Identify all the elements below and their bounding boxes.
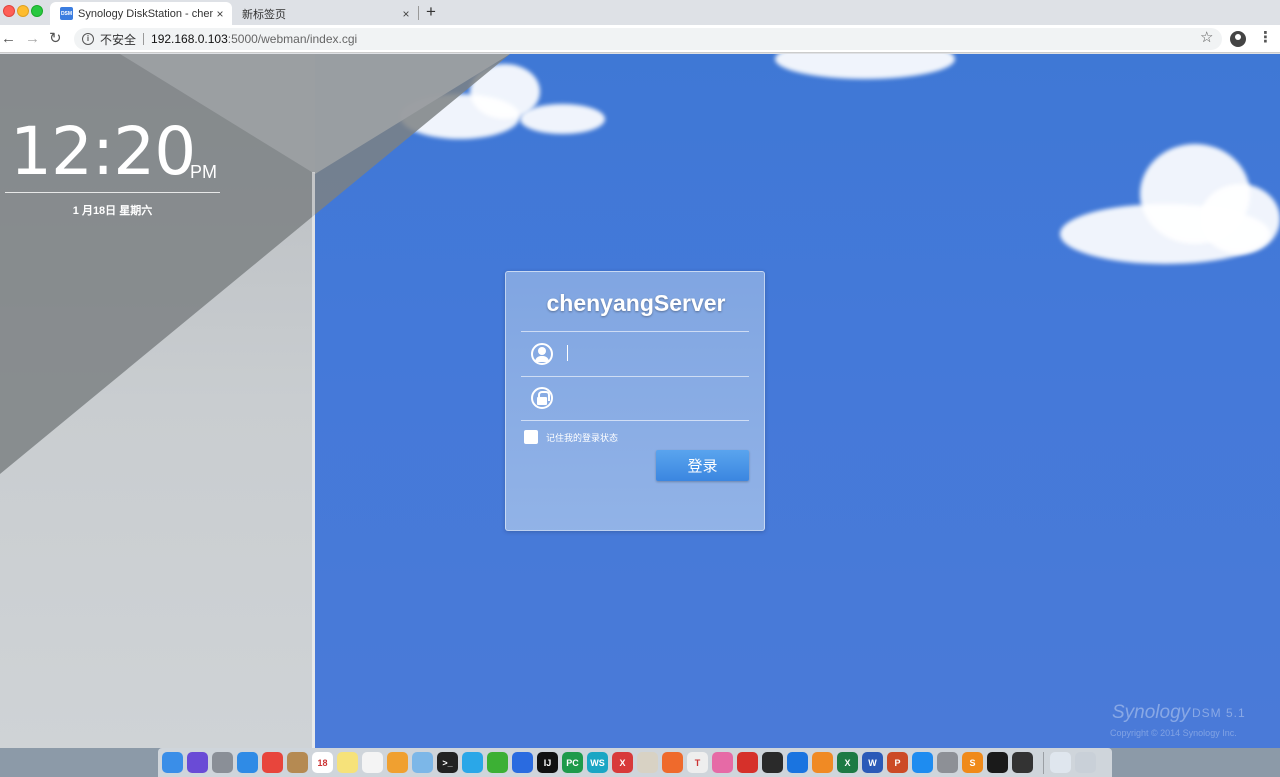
bookmark-star-icon[interactable]: ☆ (1200, 28, 1213, 46)
excel-icon[interactable]: X (837, 752, 858, 773)
powerpoint-icon[interactable]: P (887, 752, 908, 773)
tab-strip: DSM Synology DiskStation - chenyangServe… (0, 0, 1280, 25)
vpn-icon[interactable] (512, 752, 533, 773)
siri-icon[interactable] (187, 752, 208, 773)
dsm-favicon-icon: DSM (60, 7, 73, 20)
clock-date: 1 月18日 星期六 (72, 205, 153, 217)
dsm-login-page: 12:20 PM 1 月18日 星期六 chenyangServer 记住我的登… (0, 54, 1280, 748)
reload-icon[interactable]: ↻ (49, 29, 62, 49)
font-icon[interactable] (637, 752, 658, 773)
system-preferences-icon[interactable] (937, 752, 958, 773)
dsm-version: DSM 5.1 (1192, 706, 1246, 720)
cloud-decoration (1200, 184, 1280, 254)
safari-icon[interactable] (237, 752, 258, 773)
security-label: 不安全 (100, 32, 137, 47)
finder-icon[interactable] (162, 752, 183, 773)
window-close-button[interactable] (3, 5, 15, 17)
webstorm-icon[interactable]: WS (587, 752, 608, 773)
field-divider (521, 420, 749, 421)
qq-icon[interactable] (462, 752, 483, 773)
sublime-text-icon[interactable]: S (962, 752, 983, 773)
username-input[interactable] (521, 333, 749, 375)
clock-time: 12:20 (10, 113, 196, 190)
preview-icon[interactable] (412, 752, 433, 773)
back-icon[interactable]: ← (1, 29, 16, 49)
password-input[interactable] (521, 378, 749, 420)
xmind-icon[interactable]: X (612, 752, 633, 773)
pinwheel-icon[interactable] (712, 752, 733, 773)
chrome-icon[interactable] (262, 752, 283, 773)
login-button[interactable]: 登录 (656, 450, 749, 481)
browser-toolbar: ← → ↻ i 不安全 192.168.0.103:5000/webman/in… (0, 25, 1280, 53)
tab-new-tab[interactable]: 新标签页 × (234, 2, 418, 25)
quicktime-icon[interactable] (987, 752, 1008, 773)
login-panel: chenyangServer 记住我的登录状态 登录 (505, 271, 765, 531)
app-store-icon[interactable] (912, 752, 933, 773)
synology-logo: Synology (1112, 702, 1191, 723)
netease-music-icon[interactable] (737, 752, 758, 773)
account-icon[interactable] (1230, 31, 1246, 47)
tab-close-icon[interactable]: × (213, 7, 227, 21)
clock-ampm: PM (190, 162, 217, 182)
dock-separator (1043, 751, 1044, 774)
calendar-icon[interactable]: 18 (312, 752, 333, 773)
url-path: :5000/webman/index.cgi (227, 32, 358, 46)
console-icon[interactable] (1012, 752, 1033, 773)
remember-me-checkbox[interactable] (524, 430, 538, 444)
launchpad-icon[interactable] (212, 752, 233, 773)
trash-icon[interactable] (1075, 752, 1096, 773)
macos-dock: 18 >_ IJ PC WS X T X W P S (158, 748, 1112, 777)
window-zoom-button[interactable] (31, 5, 43, 17)
books-icon[interactable] (812, 752, 833, 773)
window-minimize-button[interactable] (17, 5, 29, 17)
tab-separator (418, 6, 419, 20)
notes-icon[interactable] (337, 752, 358, 773)
reminders-icon[interactable] (362, 752, 383, 773)
intellij-icon[interactable]: IJ (537, 752, 558, 773)
wechat-icon[interactable] (487, 752, 508, 773)
tab-close-icon[interactable]: × (399, 7, 413, 21)
more-menu-icon[interactable]: ⋮ (1258, 28, 1273, 46)
word-icon[interactable]: W (862, 752, 883, 773)
new-tab-button[interactable]: + (426, 2, 436, 22)
text-caret (567, 345, 568, 361)
url-host: 192.168.0.103 (151, 32, 228, 46)
documents-folder-icon[interactable] (1050, 752, 1071, 773)
field-divider (521, 376, 749, 377)
cloud-decoration (520, 104, 605, 134)
address-bar[interactable]: i 不安全 192.168.0.103:5000/webman/index.cg… (74, 28, 1222, 50)
info-icon[interactable]: i (82, 33, 94, 45)
pycharm-icon[interactable]: PC (562, 752, 583, 773)
omnibox-separator (143, 33, 145, 45)
wall-edge (312, 172, 315, 748)
server-name: chenyangServer (546, 290, 726, 316)
tab-title: 新标签页 (242, 8, 286, 21)
tab-synology[interactable]: DSM Synology DiskStation - chenyangServe… (50, 2, 232, 25)
swift-icon[interactable] (662, 752, 683, 773)
clock-divider (5, 192, 220, 193)
photos-icon[interactable] (387, 752, 408, 773)
field-divider (521, 331, 749, 332)
activity-monitor-icon[interactable] (762, 752, 783, 773)
forward-icon[interactable]: → (25, 29, 40, 49)
cloud-decoration (775, 54, 955, 79)
typora-icon[interactable]: T (687, 752, 708, 773)
remember-me-label[interactable]: 记住我的登录状态 (546, 431, 618, 444)
contacts-icon[interactable] (287, 752, 308, 773)
teamviewer-icon[interactable] (787, 752, 808, 773)
tab-title: Synology DiskStation - chenyangServer (78, 7, 213, 20)
copyright-text: Copyright © 2014 Synology Inc. (1110, 728, 1237, 738)
terminal-icon[interactable]: >_ (437, 752, 458, 773)
